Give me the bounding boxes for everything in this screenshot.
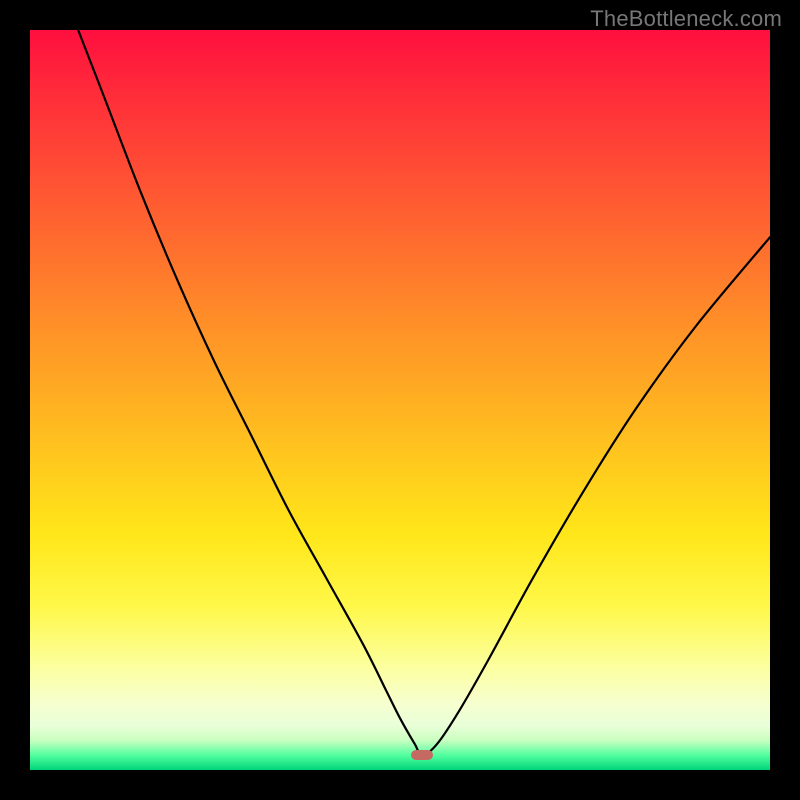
min-marker	[411, 750, 433, 760]
curve-layer	[30, 30, 770, 770]
watermark-text: TheBottleneck.com	[590, 6, 782, 32]
chart-frame: TheBottleneck.com	[0, 0, 800, 800]
v-curve	[30, 30, 770, 755]
plot-area	[30, 30, 770, 770]
